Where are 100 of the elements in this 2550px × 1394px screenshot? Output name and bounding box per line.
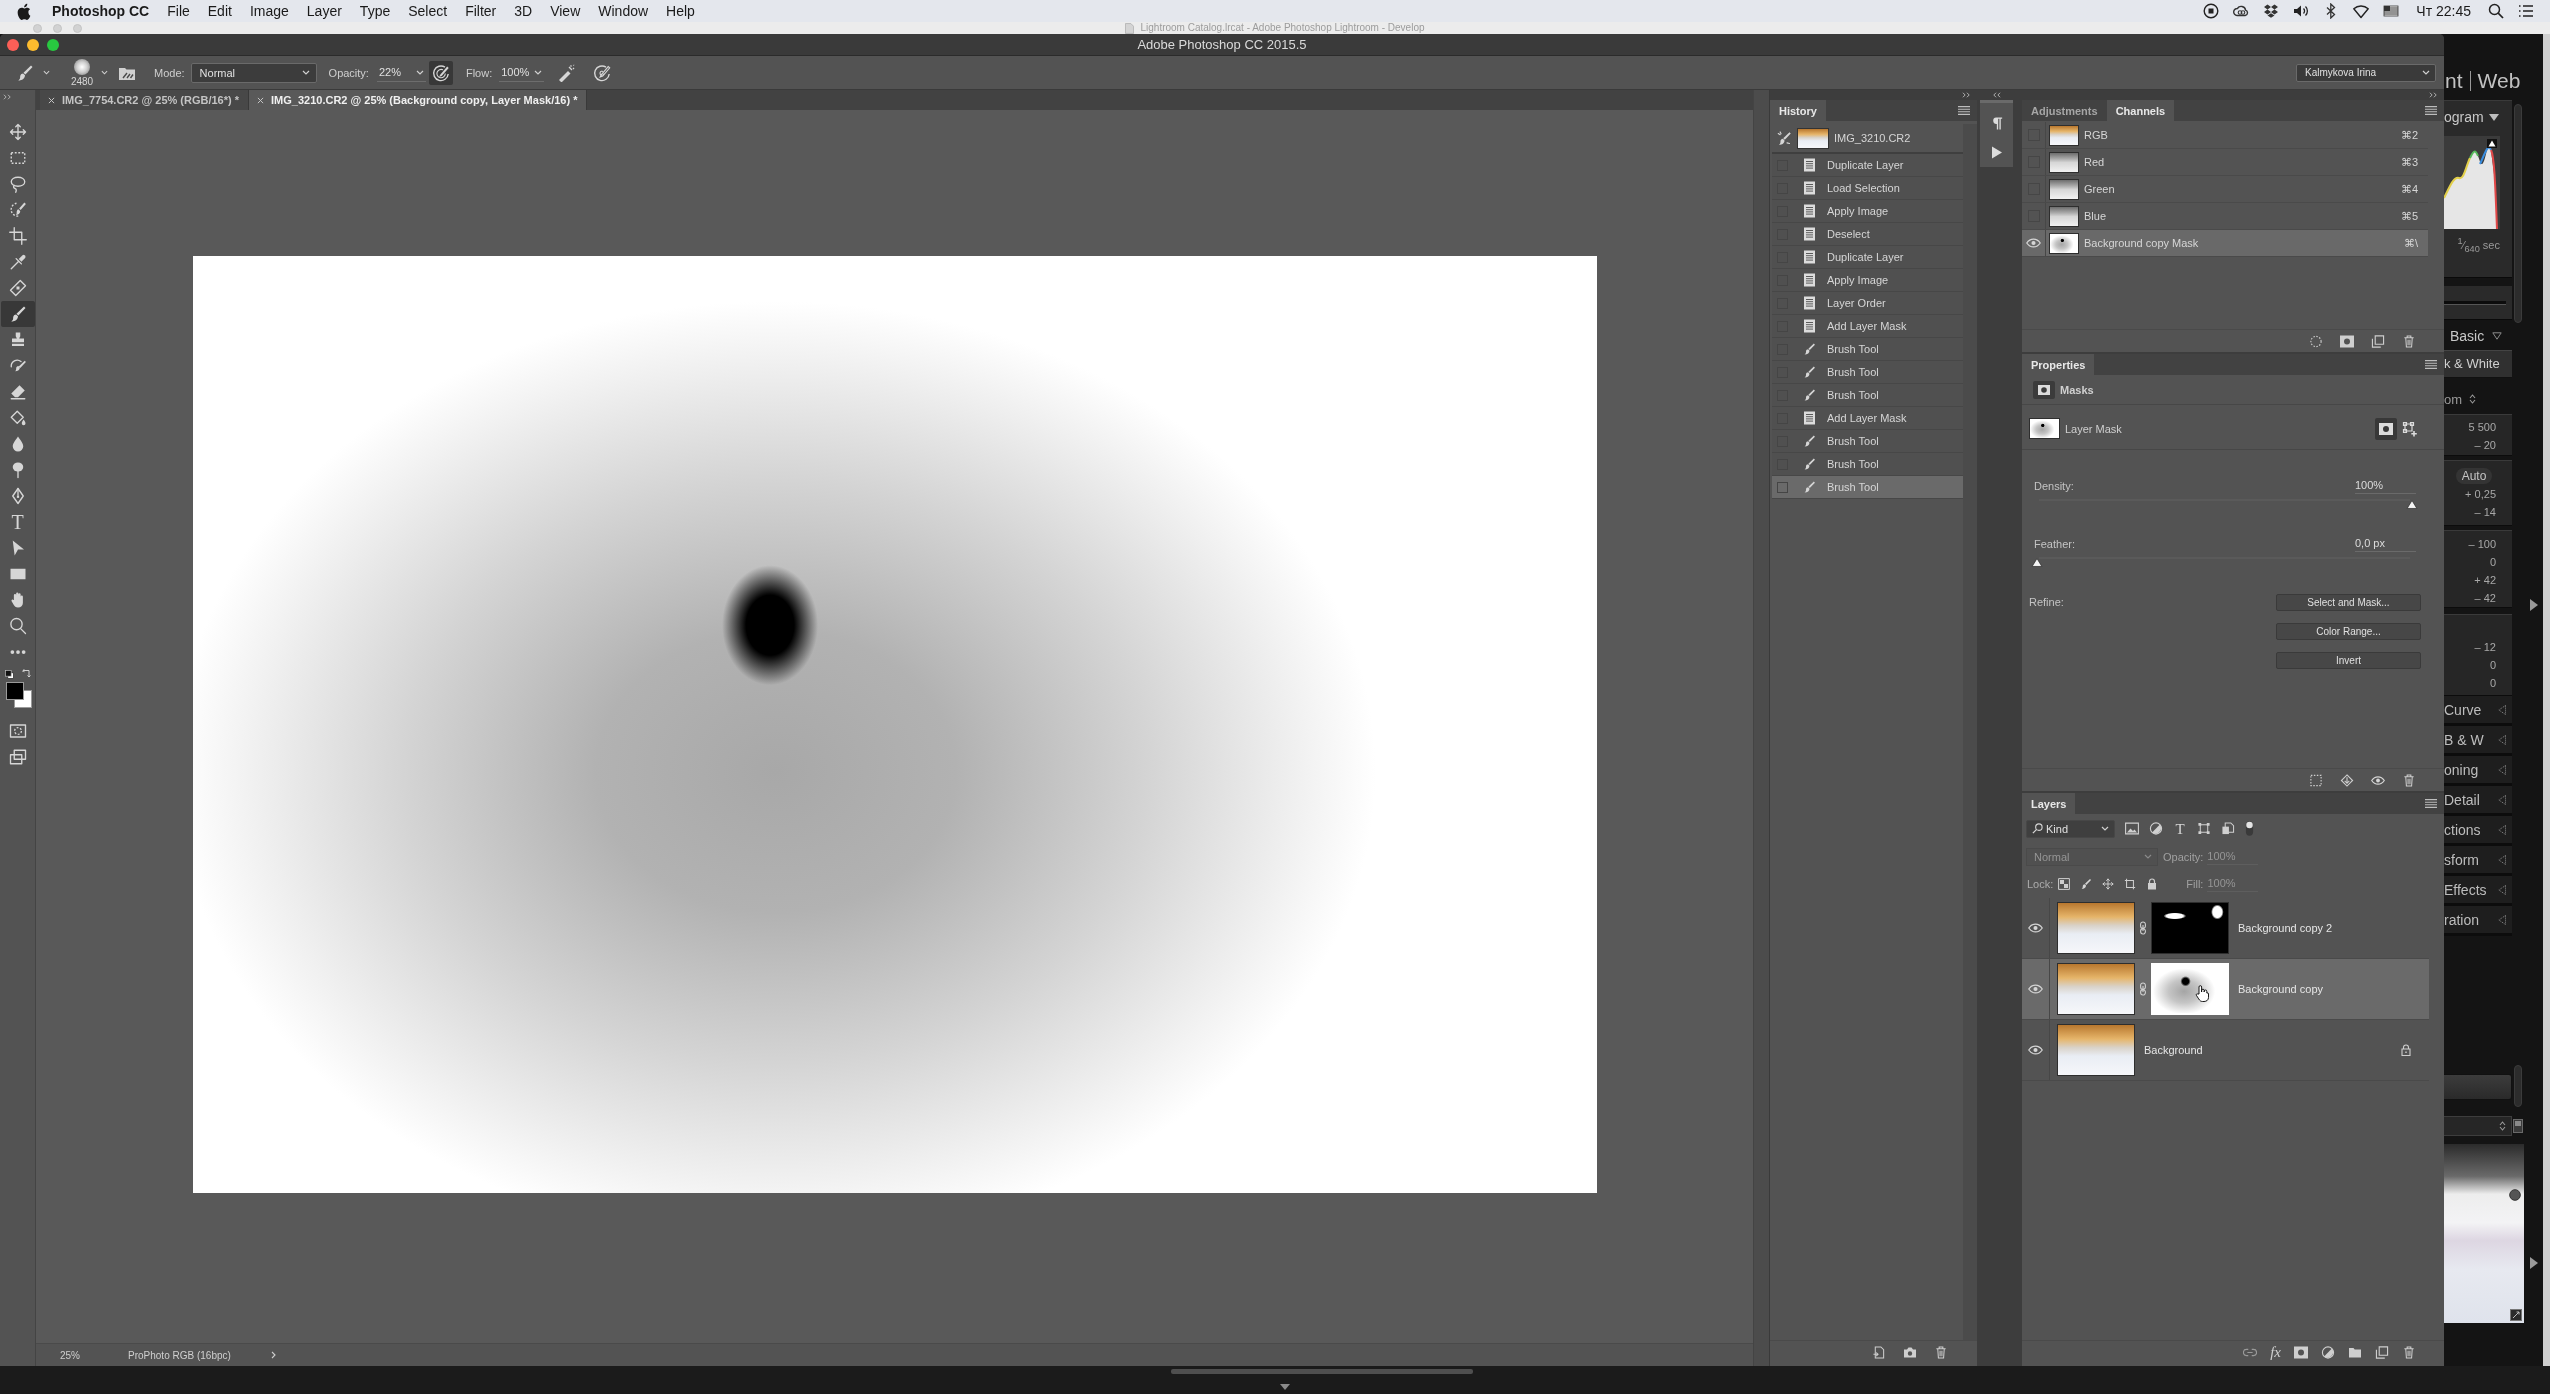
eye-icon[interactable] — [2028, 923, 2043, 933]
panel-tab[interactable]: History — [1770, 100, 1826, 121]
page-icon[interactable] — [2221, 822, 2235, 835]
panel-menu-icon[interactable] — [2425, 106, 2437, 115]
airbrush-icon[interactable] — [557, 63, 576, 82]
effects-button[interactable]: fx — [2270, 1345, 2281, 1359]
paint-bucket-icon[interactable] — [8, 409, 27, 427]
lock-icon[interactable] — [2146, 878, 2159, 890]
collapsed-panel-header[interactable]: Detail — [2444, 786, 2512, 816]
apple-logo-icon[interactable] — [17, 2, 31, 20]
eye-icon[interactable] — [2028, 1045, 2043, 1055]
swap-arrows-icon[interactable] — [21, 669, 31, 678]
crop-icon[interactable] — [8, 227, 27, 245]
auto-button[interactable]: Auto — [2455, 468, 2493, 484]
triangle-down-icon[interactable] — [1280, 1384, 1290, 1390]
collapsed-panel-header[interactable]: ration — [2444, 906, 2512, 936]
flag-icon[interactable] — [2383, 3, 2400, 19]
lock-icon[interactable] — [2401, 1044, 2411, 1056]
menu-item[interactable]: Help — [666, 3, 695, 19]
new-page-icon[interactable] — [2375, 1345, 2389, 1359]
menu-item[interactable]: 3D — [514, 3, 533, 19]
eraser-icon[interactable] — [8, 383, 27, 401]
dotted-circle-icon[interactable] — [2309, 334, 2323, 348]
channel-row[interactable]: Background copy Mask ⌘\ — [2022, 230, 2428, 257]
menu-item[interactable]: View — [550, 3, 581, 19]
caret-icon[interactable] — [101, 70, 108, 75]
treatment-option[interactable]: k & White — [2444, 350, 2512, 378]
channel-row[interactable]: Red ⌘3 — [2022, 149, 2428, 176]
source-checkbox[interactable] — [1777, 481, 1788, 493]
quick-mask-icon[interactable] — [8, 722, 27, 740]
dotted-square-icon[interactable] — [2309, 773, 2323, 787]
scrollbar-thumb[interactable] — [1171, 1369, 1473, 1374]
collapsed-panel-header[interactable]: ctions — [2444, 816, 2512, 846]
trash-icon[interactable] — [2402, 334, 2416, 348]
double-chevron-icon[interactable] — [2429, 92, 2438, 98]
toggle-switch-icon[interactable] — [2245, 820, 2254, 837]
close-icon[interactable] — [257, 96, 264, 104]
trash-icon[interactable] — [1934, 1345, 1948, 1359]
brush-icon[interactable] — [2080, 878, 2093, 890]
chain-icon[interactable] — [2139, 982, 2147, 996]
flow-field[interactable]: 100% — [499, 63, 545, 82]
panel-menu-icon[interactable] — [2425, 360, 2437, 369]
eye-icon[interactable] — [2371, 773, 2385, 787]
workspace-dropdown[interactable]: Kalmykova Irina — [2296, 63, 2436, 82]
screen-mode-icon[interactable] — [8, 748, 27, 766]
action-button[interactable]: Color Range... — [2276, 623, 2421, 640]
crop-frame-icon[interactable] — [2124, 878, 2137, 890]
collapsed-panel-header[interactable]: Effects — [2444, 876, 2512, 906]
collapsed-panel-header[interactable]: Curve — [2444, 696, 2512, 726]
type-filter-button[interactable]: T — [2173, 821, 2187, 836]
brush-preset-picker[interactable]: 2480 — [68, 58, 96, 87]
eye-icon[interactable] — [2028, 984, 2043, 994]
triangle-down-icon[interactable] — [2492, 332, 2503, 340]
scrollbar-track[interactable] — [1753, 90, 1770, 1366]
chain-icon[interactable] — [2139, 921, 2147, 935]
action-button[interactable]: Invert — [2276, 652, 2421, 669]
eyedropper-icon[interactable] — [8, 253, 27, 271]
zoom-icon[interactable] — [8, 617, 27, 635]
pen-pressure-icon[interactable] — [428, 60, 453, 85]
minimize-button[interactable] — [27, 38, 39, 51]
trash-icon[interactable] — [2402, 773, 2416, 787]
stepper-icon[interactable] — [2469, 394, 2477, 404]
record-stop-icon[interactable] — [2203, 3, 2220, 19]
mask-thumbnail[interactable] — [2151, 902, 2229, 954]
dashed-rectangle-icon[interactable] — [8, 149, 27, 167]
panel-tab[interactable]: Layers — [2022, 793, 2076, 814]
menu-item[interactable]: Edit — [207, 3, 232, 19]
type-tool-button[interactable]: T — [8, 513, 27, 531]
zoom-field[interactable]: 25% — [60, 1349, 80, 1361]
double-chevron-icon[interactable] — [3, 94, 12, 100]
double-chevron-icon[interactable] — [1992, 92, 2001, 98]
half-circle-icon[interactable] — [2149, 822, 2163, 835]
search-icon[interactable] — [2488, 3, 2504, 19]
close-button[interactable] — [7, 38, 19, 51]
new-document-icon[interactable] — [1872, 1345, 1886, 1359]
collapsed-panel-header[interactable]: sform — [2444, 846, 2512, 876]
square-icon[interactable] — [2513, 1119, 2523, 1133]
mask-icon[interactable] — [2340, 334, 2354, 348]
clock[interactable]: Чт 22:45 — [2416, 3, 2471, 19]
module-link[interactable]: Web — [2477, 68, 2521, 94]
eye-icon[interactable] — [2026, 238, 2041, 248]
clipping-indicator-icon[interactable] — [2487, 139, 2497, 148]
brush-icon[interactable] — [0, 301, 35, 327]
opacity-field[interactable]: 22% — [376, 63, 426, 82]
layer-row[interactable]: Background — [2022, 1020, 2429, 1081]
double-chevron-icon[interactable] — [1962, 92, 1971, 98]
collapsed-panel-header[interactable]: oning — [2444, 756, 2512, 786]
slider-thumb[interactable] — [2406, 500, 2418, 509]
transform-box-icon[interactable] — [2197, 822, 2211, 835]
document-tab[interactable]: IMG_7754.CR2 @ 25% (RGB/16*) * — [40, 90, 249, 110]
layer-row[interactable]: Background copy — [2022, 959, 2429, 1020]
slider-track[interactable] — [2444, 301, 2506, 305]
menu-item[interactable]: Window — [598, 3, 649, 19]
paragraph-icon[interactable] — [1990, 116, 2003, 131]
list-icon[interactable] — [2518, 3, 2534, 19]
bandage-icon[interactable] — [8, 279, 27, 297]
triangle-down-icon[interactable] — [2488, 113, 2499, 121]
caret-icon[interactable] — [43, 70, 50, 75]
panel-title[interactable]: ogram — [2444, 109, 2484, 125]
brush-icon[interactable] — [16, 63, 34, 82]
